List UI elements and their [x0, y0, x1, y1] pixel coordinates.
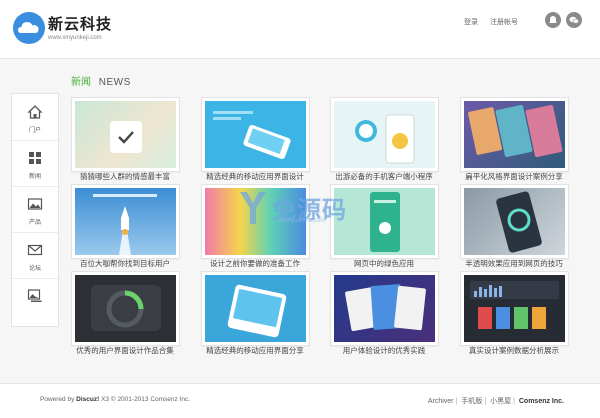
rocket-icon [93, 194, 157, 255]
site-header: 新云科技 www.xinyunkeji.com 登录 注册帐号 [0, 0, 600, 59]
watermark: 免源码 mianyuanma.com [238, 190, 368, 230]
news-caption[interactable]: 扁平化风格界面设计案例分享 [458, 171, 570, 182]
powered-version: X3 [101, 396, 110, 403]
gallery-icon [27, 289, 42, 302]
dashboard-icon [470, 281, 559, 329]
news-caption[interactable]: 精选经典的移动应用界面设计 [199, 171, 311, 182]
news-thumbnail [464, 188, 565, 255]
news-thumbnail [334, 101, 435, 168]
sidebar-item-gallery[interactable] [12, 278, 58, 324]
home-icon [27, 105, 43, 119]
news-caption[interactable]: 精选经典的移动应用界面分享 [199, 345, 311, 356]
news-caption[interactable]: 半透明效果应用到网页的技巧 [458, 258, 570, 269]
footer-links: Archiver | 手机版 | 小黑屋 | Comsenz Inc. [427, 398, 564, 405]
news-caption[interactable]: 出游必备的手机客户端小程序 [328, 171, 440, 182]
section-title: 新闻 NEWS [71, 73, 131, 88]
news-caption[interactable]: 网页中的绿色应用 [328, 258, 440, 269]
sidebar-item-label: 门户 [28, 128, 41, 134]
cards-app-icon [345, 284, 426, 331]
news-card[interactable] [330, 271, 439, 346]
news-caption[interactable]: 优秀的用户界面设计作品合集 [69, 345, 181, 356]
gauge-icon [91, 285, 161, 331]
news-thumbnail [205, 101, 306, 168]
sidebar-item-forum[interactable]: 论坛 [12, 232, 58, 279]
picture-icon [27, 198, 43, 210]
login-link[interactable]: 登录 [464, 19, 478, 26]
powered-prefix: Powered by [40, 396, 75, 403]
phone-illustration-icon [213, 111, 291, 160]
news-thumbnail [464, 275, 565, 342]
news-card[interactable] [460, 271, 569, 346]
notification-button[interactable] [545, 12, 561, 28]
checkmark-icon [110, 121, 142, 153]
mail-icon [27, 244, 43, 256]
sidebar-item-portal[interactable]: 门户 [12, 94, 58, 141]
bell-icon [549, 16, 557, 23]
grid-icon [29, 152, 41, 164]
news-card[interactable] [201, 271, 310, 346]
site-logo[interactable]: 新云科技 www.xinyunkeji.com [12, 9, 162, 49]
register-link[interactable]: 注册帐号 [490, 19, 518, 26]
footer-copyright: Powered by Discuz! X3 © 2001-2013 Comsen… [40, 396, 190, 403]
news-card[interactable] [460, 184, 569, 259]
news-card[interactable] [71, 184, 180, 259]
wechat-button[interactable] [566, 12, 582, 28]
section-title-en: NEWS [98, 77, 131, 88]
brand-url: www.xinyunkeji.com [48, 35, 102, 41]
phone-app-icon [227, 284, 287, 338]
news-card[interactable] [330, 97, 439, 172]
news-thumbnail [75, 101, 176, 168]
mobile-link[interactable]: 手机版 [461, 398, 482, 405]
news-thumbnail [464, 101, 565, 168]
news-caption[interactable]: 设计之前你要做的准备工作 [199, 258, 311, 269]
news-thumbnail [205, 275, 306, 342]
news-thumbnail [75, 275, 176, 342]
watermark-url: mianyuanma.com [278, 218, 326, 224]
sidebar-item-products[interactable]: 产品 [12, 186, 58, 233]
sidebar-item-label: 产品 [28, 220, 41, 226]
mascot-phone-icon [355, 114, 415, 164]
sidebar-item-label: 新闻 [28, 174, 41, 180]
news-card[interactable] [201, 97, 310, 172]
news-caption[interactable]: 真实设计案例数据分析展示 [458, 345, 570, 356]
news-thumbnail [334, 275, 435, 342]
brand-name: 新云科技 [48, 16, 113, 33]
archiver-link[interactable]: Archiver [428, 398, 454, 405]
powered-name[interactable]: Discuz! [76, 396, 99, 403]
company-link[interactable]: Comsenz Inc. [519, 398, 564, 405]
site-footer: Powered by Discuz! X3 © 2001-2013 Comsen… [0, 383, 600, 418]
news-caption[interactable]: 猜猜哪些人群的情感最丰富 [69, 171, 181, 182]
cloud-logo-icon [13, 12, 45, 44]
news-caption[interactable]: 用户体验设计的优秀实践 [328, 345, 440, 356]
news-thumbnail [75, 188, 176, 255]
blackroom-link[interactable]: 小黑屋 [490, 398, 511, 405]
sidebar-nav: 门户 新闻 产品 论坛 [11, 93, 59, 327]
news-card[interactable] [460, 97, 569, 172]
app-screens-icon [468, 104, 563, 158]
news-caption[interactable]: 百位大咖帮你找到目标用户 [69, 258, 181, 269]
news-card[interactable] [71, 97, 180, 172]
sidebar-item-news[interactable]: 新闻 [12, 140, 58, 187]
hand-phone-icon [496, 191, 542, 253]
news-card[interactable] [71, 271, 180, 346]
wechat-icon [569, 16, 579, 24]
section-title-cn[interactable]: 新闻 [71, 77, 91, 88]
sidebar-item-label: 论坛 [28, 266, 41, 272]
copyright-text: © 2001-2013 Comsenz Inc. [110, 396, 191, 403]
watermark-logo-icon [240, 192, 266, 224]
top-links: 登录 注册帐号 [454, 17, 518, 27]
